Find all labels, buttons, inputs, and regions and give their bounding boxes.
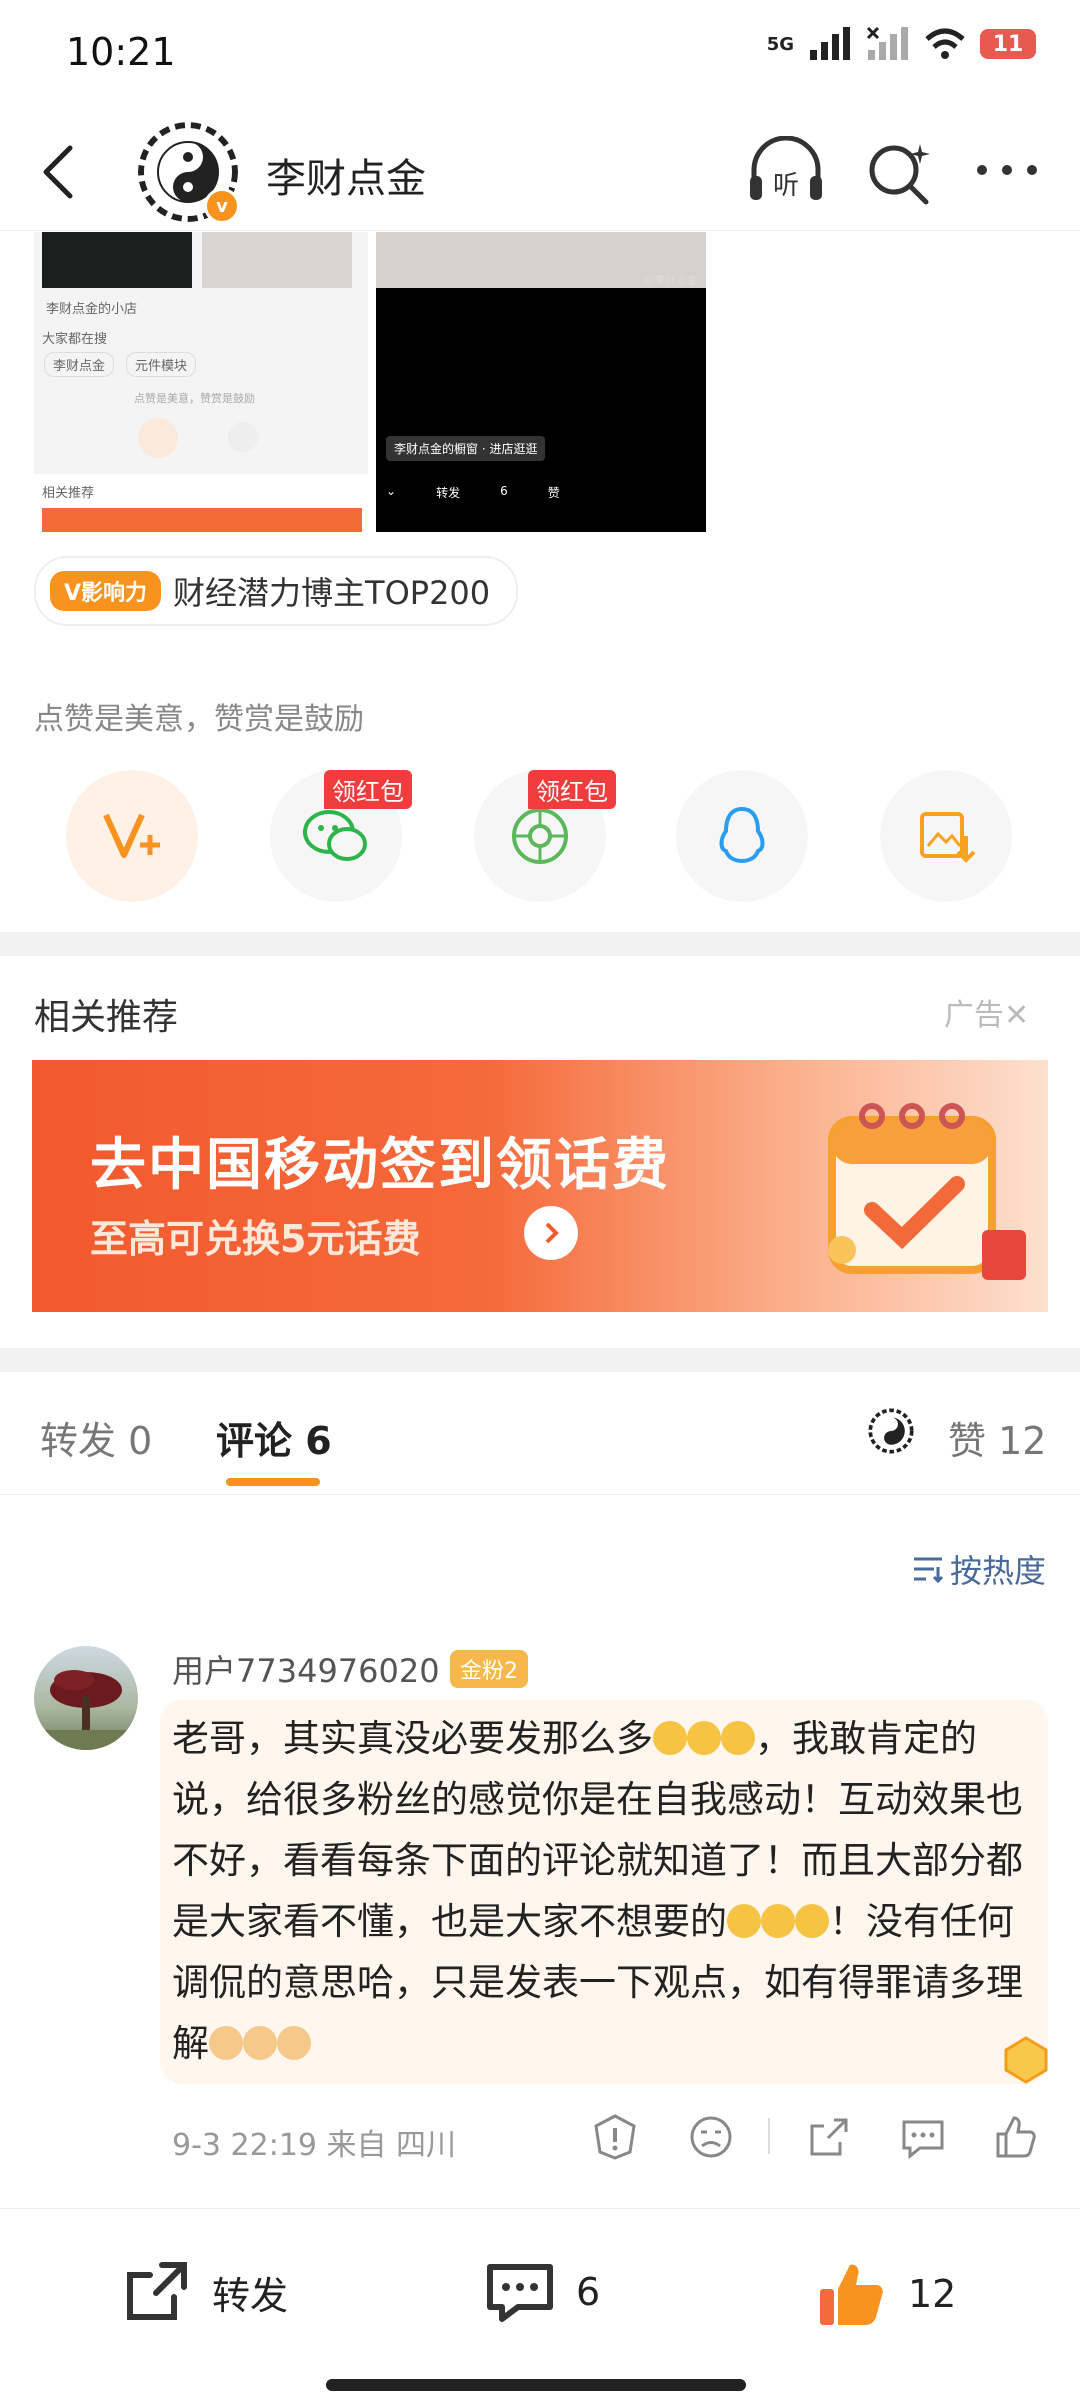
reward-tip-small: 点赞是美意，赞赏是鼓励 <box>134 392 255 405</box>
search-chip: 元件模块 <box>126 352 197 377</box>
search-chip: 李财点金 <box>44 352 115 377</box>
save-image-icon <box>920 812 976 863</box>
save-image-button[interactable] <box>880 770 1012 902</box>
watermark: @李财点金 <box>643 274 698 287</box>
laugh-cry-emoji-icon <box>687 1721 721 1755</box>
interaction-tabs: 转发 0 评论 6 赞 12 <box>0 1374 1080 1495</box>
clock: 10:21 <box>66 30 176 74</box>
tab-repost[interactable]: 转发 0 <box>40 1410 152 1465</box>
recommend-title: 相关推荐 <box>34 997 179 1038</box>
tab-active-indicator <box>226 1478 320 1486</box>
repost-button[interactable]: 转发 <box>122 2259 288 2325</box>
v-plus-icon <box>103 813 160 858</box>
laugh-cry-emoji-icon <box>653 1721 687 1755</box>
share-qq-button[interactable] <box>676 770 808 902</box>
bonsai-tree-icon <box>34 1670 138 1750</box>
comment-icon[interactable] <box>898 2112 948 2162</box>
rec-strip: 相关推荐 <box>34 474 368 532</box>
liker-avatar <box>868 1408 914 1454</box>
grin-emoji-icon <box>727 1904 761 1938</box>
banner-subtitle: 至高可兑换5元话费 <box>90 1217 421 1261</box>
thumbs-up-icon <box>820 2264 883 2325</box>
report-icon[interactable] <box>590 2112 640 2162</box>
more-icon[interactable] <box>972 160 1042 180</box>
like-button[interactable]: 12 <box>816 2259 956 2329</box>
network-type-label: 5G <box>766 33 794 55</box>
section-divider <box>0 1348 1080 1372</box>
home-indicator[interactable] <box>326 2379 746 2391</box>
photo-thumbnail <box>202 232 352 288</box>
section-divider <box>0 932 1080 956</box>
action-divider <box>768 2118 770 2154</box>
yin-yang-icon <box>868 1408 914 1454</box>
v-plus-icon <box>138 418 178 458</box>
searching-label: 大家都在搜 <box>42 332 108 347</box>
share-icon <box>127 2262 187 2320</box>
comment-icon <box>487 2264 553 2322</box>
signal-icon <box>810 27 850 60</box>
post-image-1[interactable]: 李财点金的小店 大家都在搜 李财点金 元件模块 点赞是美意，赞赏是鼓励 相关推荐 <box>34 232 368 532</box>
comment-text: 老哥，其实真没必要发那么多 ，我敢肯定的说，给很多粉丝的感觉你是在自我感动！互动效… <box>172 1717 1023 2065</box>
grin-emoji-icon <box>761 1904 795 1938</box>
wechat-icon <box>303 810 367 861</box>
chevron-down-icon: ⌄ <box>386 484 397 498</box>
influence-tag[interactable]: V影响力 财经潜力博主TOP200 <box>34 556 519 626</box>
moments-icon <box>512 808 568 864</box>
post-image-2[interactable]: @李财点金 李财点金的橱窗 · 进店逛逛 ⌄ 转发 6 赞 <box>376 232 706 532</box>
influence-text: 财经潜力博主TOP200 <box>173 574 491 612</box>
battery-icon: 11 <box>980 29 1036 59</box>
shop-caption: 李财点金的橱窗 · 进店逛逛 <box>386 436 546 461</box>
tab-like[interactable]: 赞 12 <box>948 1410 1046 1465</box>
sort-by-hot-button[interactable]: 按热度 <box>912 1546 1046 1592</box>
golden-badge-icon <box>1004 2036 1048 2084</box>
banner-title: 去中国移动签到领话费 <box>90 1133 670 1198</box>
laugh-cry-emoji-icon <box>721 1721 755 1755</box>
influence-badge: V影响力 <box>50 571 162 611</box>
pray-hands-emoji-icon <box>209 2026 243 2060</box>
dislike-face-icon[interactable] <box>686 2112 736 2162</box>
listen-headphone-icon[interactable]: 听 <box>746 136 826 206</box>
image-action-bar: ⌄ 转发 6 赞 <box>386 484 560 500</box>
ad-banner[interactable]: 去中国移动签到领话费 至高可兑换5元话费 <box>32 1060 1048 1312</box>
comment-meta: 9-3 22:19 来自 四川 <box>172 2128 457 2163</box>
ad-label[interactable]: 广告✕ <box>944 990 1029 1034</box>
search-icon[interactable] <box>864 138 934 208</box>
verified-badge-icon: v <box>204 188 240 224</box>
search-icon <box>228 422 258 452</box>
shop-link: 李财点金的小店 <box>46 302 138 317</box>
thumbs-up-icon[interactable] <box>990 2112 1040 2162</box>
commenter-name[interactable]: 用户7734976020 <box>172 1646 440 1692</box>
commenter-avatar[interactable] <box>34 1646 138 1750</box>
svg-text:听: 听 <box>773 171 799 201</box>
calendar-icon <box>828 1103 1026 1280</box>
share-icon[interactable] <box>804 2112 854 2162</box>
system-icons: 5G 11 <box>767 26 1036 62</box>
arrow-right-icon[interactable] <box>524 1206 578 1260</box>
chart-thumbnail <box>42 232 192 288</box>
back-arrow-icon[interactable] <box>34 142 84 202</box>
reward-tip: 点赞是美意，赞赏是鼓励 <box>34 702 364 737</box>
top-nav-bar: v 李财点金 听 <box>0 110 1080 231</box>
reward-button[interactable] <box>66 770 198 902</box>
sort-icon <box>913 1557 944 1583</box>
qq-icon <box>719 806 765 864</box>
page-title: 李财点金 <box>266 156 426 202</box>
status-bar: 10:21 5G 11 <box>0 0 1080 110</box>
tab-comment[interactable]: 评论 6 <box>216 1410 332 1465</box>
red-packet-badge: 领红包 <box>528 770 616 809</box>
bottom-action-bar: 转发 6 12 <box>0 2208 1080 2401</box>
pray-hands-emoji-icon <box>277 2026 311 2060</box>
fan-level-badge: 金粉2 <box>450 1650 528 1688</box>
wifi-icon <box>925 28 965 59</box>
grin-emoji-icon <box>795 1904 829 1938</box>
comment-button[interactable]: 6 <box>484 2259 600 2325</box>
pray-hands-emoji-icon <box>243 2026 277 2060</box>
red-packet-badge: 领红包 <box>324 770 412 809</box>
signal-no-service-icon <box>866 26 908 60</box>
close-icon[interactable]: ✕ <box>1004 998 1029 1033</box>
